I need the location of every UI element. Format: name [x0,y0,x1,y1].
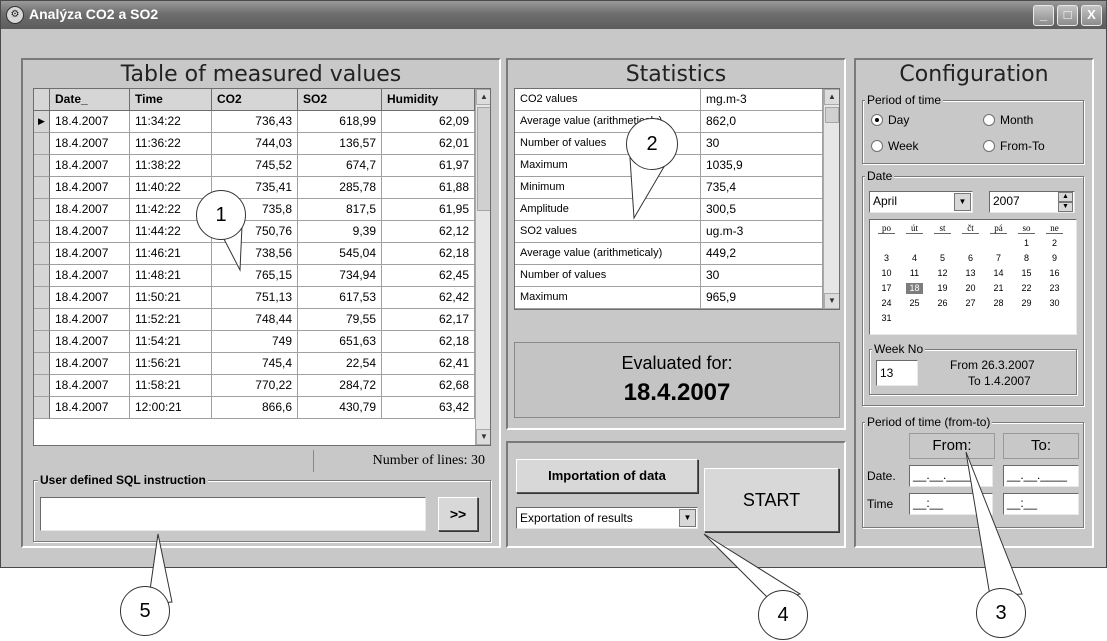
callout-pointers [147,157,1023,605]
callout-2: 2 [626,118,678,170]
callout-1: 1 [196,190,246,240]
callout-3-pointer [965,451,1023,597]
callout-3: 3 [976,588,1026,638]
callout-4: 4 [758,590,808,640]
callout-5: 5 [120,586,170,636]
